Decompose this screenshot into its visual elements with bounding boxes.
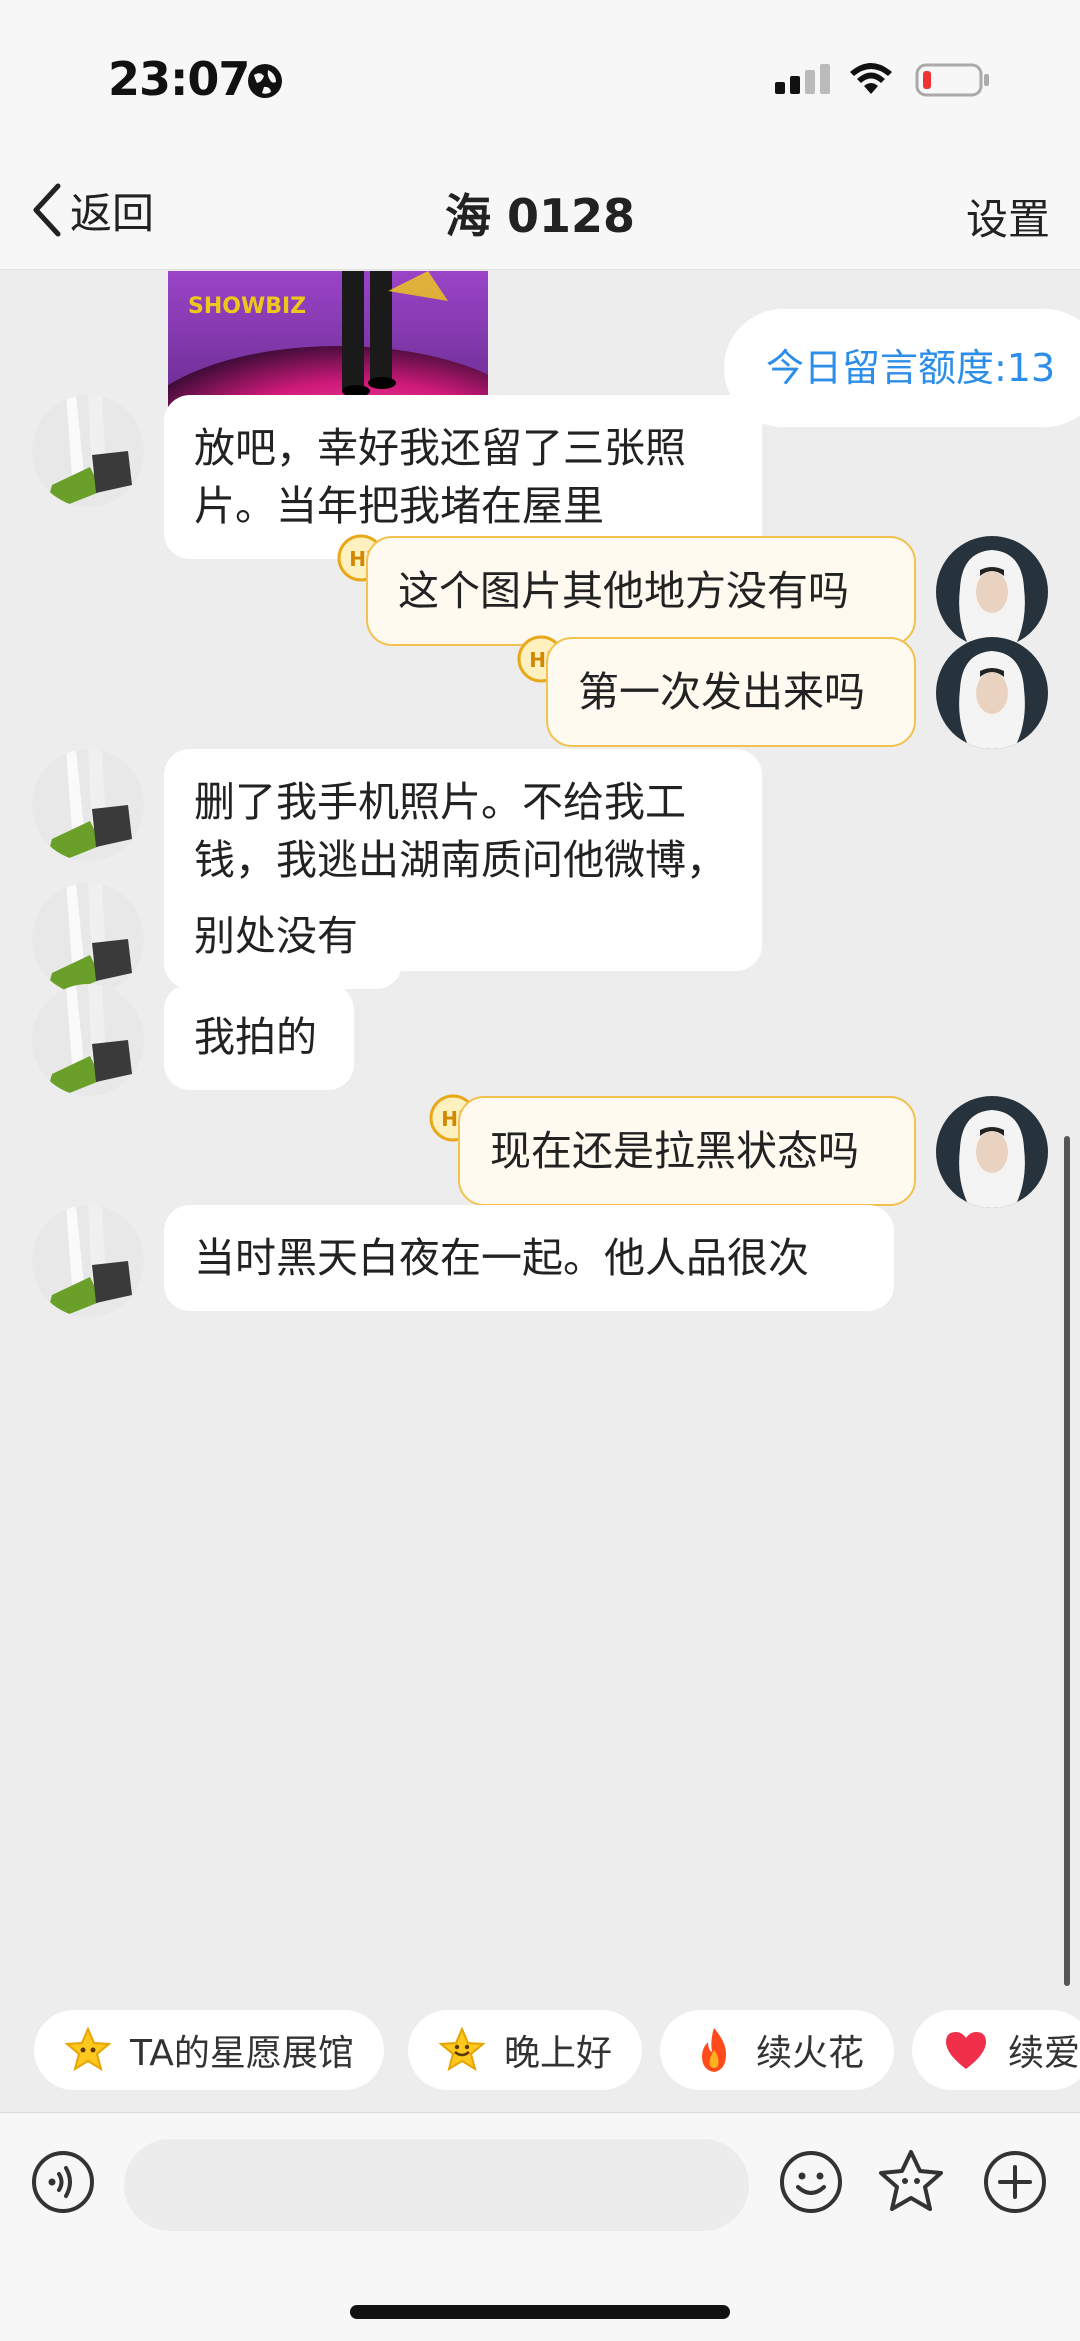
heart-icon [946,2032,986,2069]
message-bubble-incoming: 当时黑天白夜在一起。他人品很次 [164,1205,894,1311]
quick-reply-label: 续火花 [756,2033,865,2074]
quick-reply-good-evening[interactable]: 晚上好 [408,2010,643,2090]
my-avatar-image [936,1096,1048,1208]
plus-icon[interactable] [982,2149,1048,2215]
message-quota-pill[interactable]: 今日留言额度:13 [724,309,1080,427]
globe-icon [248,64,282,98]
contact-avatar-image [32,984,144,1096]
quick-reply-label: TA的星愿展馆 [130,2033,354,2074]
star-smile-icon [438,2026,486,2072]
contact-avatar-image [32,1205,144,1317]
quick-reply-bar: TA的星愿展馆 晚上好 续火花 续爱 [0,2010,1080,2090]
message-bubble-incoming: 我拍的 [164,984,354,1090]
settings-button[interactable]: 设置 [966,186,1050,247]
message-bubble-incoming: 放吧，幸好我还留了三张照片。当年把我堵在屋里 [164,395,762,559]
message-bubble-outgoing: 这个图片其他地方没有吗 [366,536,916,646]
chat-scrollbar[interactable] [1064,1136,1070,1986]
voice-icon[interactable] [30,2149,96,2215]
wifi-icon [850,63,892,94]
star-sticker-icon[interactable] [876,2147,946,2217]
status-time: 23:07 [108,52,250,106]
quick-reply-label: 续爱 [1008,2033,1080,2074]
message-bubble-outgoing: 现在还是拉黑状态吗 [458,1096,916,1206]
my-avatar[interactable] [936,637,1048,749]
contact-avatar-image [32,883,144,995]
contact-avatar[interactable] [32,984,144,1096]
message-bubble-outgoing: 第一次发出来吗 [546,637,916,747]
page-title: 海 0128 [444,189,636,243]
contact-avatar[interactable] [32,395,144,507]
flame-icon [702,2028,726,2072]
quick-reply-label: 晚上好 [504,2033,613,2074]
status-bar: 23:07 [0,0,1080,150]
message-input[interactable] [124,2139,749,2231]
home-indicator[interactable] [350,2305,730,2319]
cellular-signal-icon [775,64,830,94]
quick-reply-wish-gallery[interactable]: TA的星愿展馆 [34,2010,384,2090]
quick-reply-spark[interactable]: 续火花 [660,2010,895,2090]
nav-bar: 返回 海 0128 设置 [0,150,1080,270]
contact-avatar-image [32,395,144,507]
my-avatar-image [936,637,1048,749]
contact-avatar-image [32,749,144,861]
message-bubble-incoming: 别处没有 [164,883,402,989]
battery-low-icon [915,63,989,97]
contact-avatar[interactable] [32,1205,144,1317]
contact-avatar[interactable] [32,749,144,861]
contact-avatar[interactable] [32,883,144,995]
quick-reply-love[interactable]: 续爱 [912,2010,1080,2090]
my-avatar[interactable] [936,536,1048,648]
my-avatar[interactable] [936,1096,1048,1208]
my-avatar-image [936,536,1048,648]
chat-area[interactable]: SHOWBIZ 今日留言额度:13 放吧，幸好我还留了三张照片。当年把我堵在屋里… [0,271,1080,1990]
star-face-icon [64,2026,112,2072]
svg-text:SHOWBIZ: SHOWBIZ [188,294,306,319]
emoji-icon[interactable] [778,2149,844,2215]
